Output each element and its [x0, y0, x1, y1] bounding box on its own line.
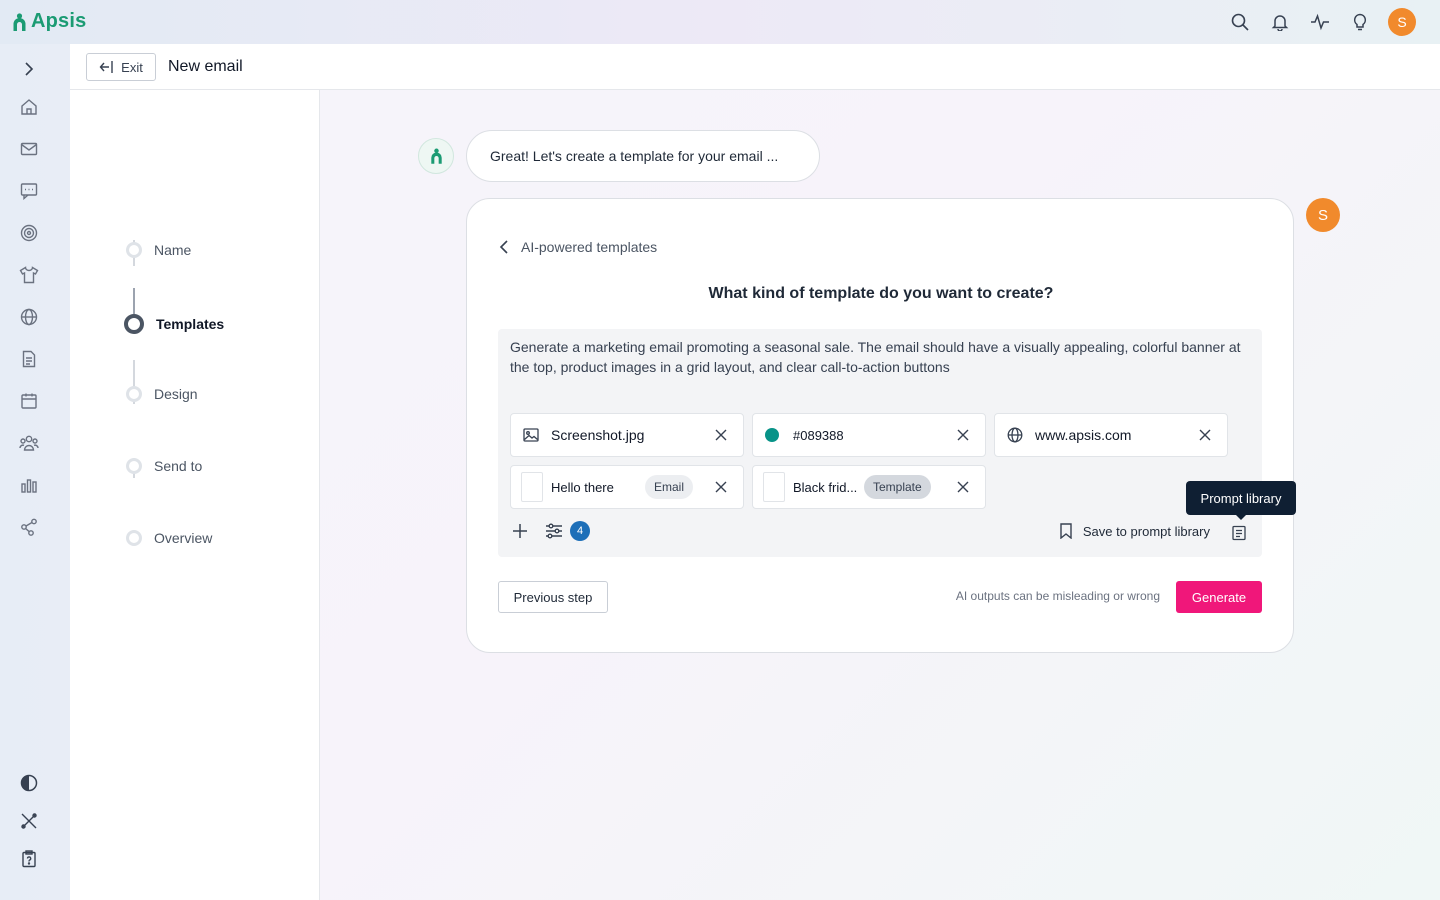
step-label: Overview	[154, 530, 213, 546]
step-label: Send to	[154, 458, 203, 474]
step-dot	[126, 458, 142, 474]
document-icon[interactable]	[18, 348, 40, 370]
step-dot	[126, 386, 142, 402]
share-icon[interactable]	[18, 516, 40, 538]
step-connector	[133, 288, 135, 314]
exit-arrow-icon	[99, 61, 113, 73]
exit-button[interactable]: Exit	[86, 53, 156, 81]
step-name[interactable]: Name	[126, 242, 191, 258]
bookmark-icon	[1060, 523, 1072, 539]
email-thumbnail	[521, 472, 543, 502]
calendar-icon[interactable]	[18, 390, 40, 412]
activity-icon[interactable]	[1308, 8, 1331, 36]
globe-icon[interactable]	[18, 306, 40, 328]
exit-label: Exit	[121, 59, 143, 75]
chevron-left-icon	[499, 240, 508, 254]
contacts-icon[interactable]	[18, 432, 40, 454]
home-icon[interactable]	[18, 96, 40, 118]
left-nav-rail	[0, 44, 58, 900]
close-icon[interactable]	[955, 427, 971, 443]
top-bar: Apsis S	[0, 0, 1440, 44]
template-prompt-card: AI-powered templates What kind of templa…	[466, 198, 1296, 653]
step-templates[interactable]: Templates	[124, 314, 225, 334]
type-tag: Email	[645, 475, 694, 499]
assistant-avatar	[418, 138, 454, 174]
step-label: Name	[154, 242, 192, 258]
apsis-logo-icon	[430, 148, 442, 164]
chip-label: Screenshot.jpg	[551, 427, 645, 443]
color-swatch	[765, 428, 779, 442]
save-label: Save to prompt library	[1082, 523, 1210, 539]
generate-button[interactable]: Generate	[1176, 581, 1262, 613]
template-thumbnail	[763, 472, 785, 502]
apsis-logo-icon	[13, 12, 26, 31]
settings-sliders-icon[interactable]	[544, 521, 564, 541]
step-label: Design	[154, 386, 198, 402]
image-icon	[523, 428, 539, 442]
prompt-question: What kind of template do you want to cre…	[708, 285, 1054, 302]
add-attachment-icon[interactable]	[510, 521, 530, 541]
app-name: Apsis	[31, 10, 87, 32]
prompt-library-icon[interactable]	[1230, 524, 1248, 542]
attachment-chip-email[interactable]: Hello there Email	[510, 465, 744, 509]
user-avatar: S	[1306, 198, 1340, 232]
prompt-library-tooltip: Prompt library	[1186, 481, 1296, 520]
settings-count-badge: 4	[570, 521, 590, 541]
top-actions: S	[1228, 8, 1416, 36]
page-header: Exit New email	[70, 44, 1440, 90]
lightbulb-icon[interactable]	[1348, 8, 1371, 36]
chip-label: Black frid...	[793, 479, 858, 495]
prompt-editor[interactable]: Generate a marketing email promoting a s…	[498, 329, 1296, 557]
step-overview[interactable]: Overview	[126, 530, 212, 546]
step-navigator: Name Templates Design Send to Overview	[70, 90, 320, 900]
step-design[interactable]: Design	[126, 386, 198, 402]
attachment-chip-template[interactable]: Black frid... Template	[752, 465, 986, 509]
chip-label: Hello there	[551, 479, 614, 495]
chip-label: #089388	[793, 427, 844, 443]
tools-icon[interactable]	[18, 810, 40, 832]
bell-icon[interactable]	[1268, 8, 1291, 36]
search-icon[interactable]	[1228, 8, 1251, 36]
step-dot	[126, 530, 142, 546]
close-icon[interactable]	[1197, 427, 1213, 443]
attachment-chip-image[interactable]: Screenshot.jpg	[510, 413, 744, 457]
step-dot-active	[124, 314, 144, 334]
attachment-chip-website[interactable]: www.apsis.com	[994, 413, 1228, 457]
close-icon[interactable]	[713, 479, 729, 495]
save-to-prompt-library-button[interactable]: Save to prompt library	[1059, 523, 1210, 539]
apsis-logo[interactable]: Apsis	[12, 10, 86, 33]
close-icon[interactable]	[713, 427, 729, 443]
user-avatar[interactable]: S	[1388, 8, 1416, 36]
target-icon[interactable]	[18, 222, 40, 244]
prompt-text[interactable]: Generate a marketing email promoting a s…	[510, 337, 1250, 377]
chat-icon[interactable]	[18, 180, 40, 202]
step-send-to[interactable]: Send to	[126, 458, 202, 474]
step-dot	[126, 242, 142, 258]
prompt-tools: 4	[510, 521, 590, 541]
main-panel: Exit New email Name Templates Design Sen…	[70, 44, 1440, 900]
contrast-icon[interactable]	[18, 772, 40, 794]
expand-nav-icon[interactable]	[18, 58, 40, 80]
attachment-chip-color[interactable]: #089388	[752, 413, 986, 457]
globe-icon	[1007, 427, 1023, 443]
chip-label: www.apsis.com	[1035, 427, 1132, 443]
close-icon[interactable]	[955, 479, 971, 495]
step-label: Templates	[156, 316, 225, 332]
analytics-icon[interactable]	[18, 474, 40, 496]
clipboard-help-icon[interactable]	[18, 848, 40, 870]
back-label: AI-powered templates	[521, 239, 658, 255]
back-to-ai-templates[interactable]: AI-powered templates	[499, 239, 657, 255]
previous-step-button[interactable]: Previous step	[498, 581, 608, 613]
tshirt-icon[interactable]	[18, 264, 40, 286]
ai-disclaimer: AI outputs can be misleading or wrong	[955, 589, 1160, 603]
type-tag: Template	[864, 475, 931, 499]
mail-icon[interactable]	[18, 138, 40, 160]
ai-chat-canvas: Great! Let's create a template for your …	[320, 90, 1440, 900]
page-title: New email	[168, 58, 243, 75]
assistant-message: Great! Let's create a template for your …	[466, 130, 820, 182]
